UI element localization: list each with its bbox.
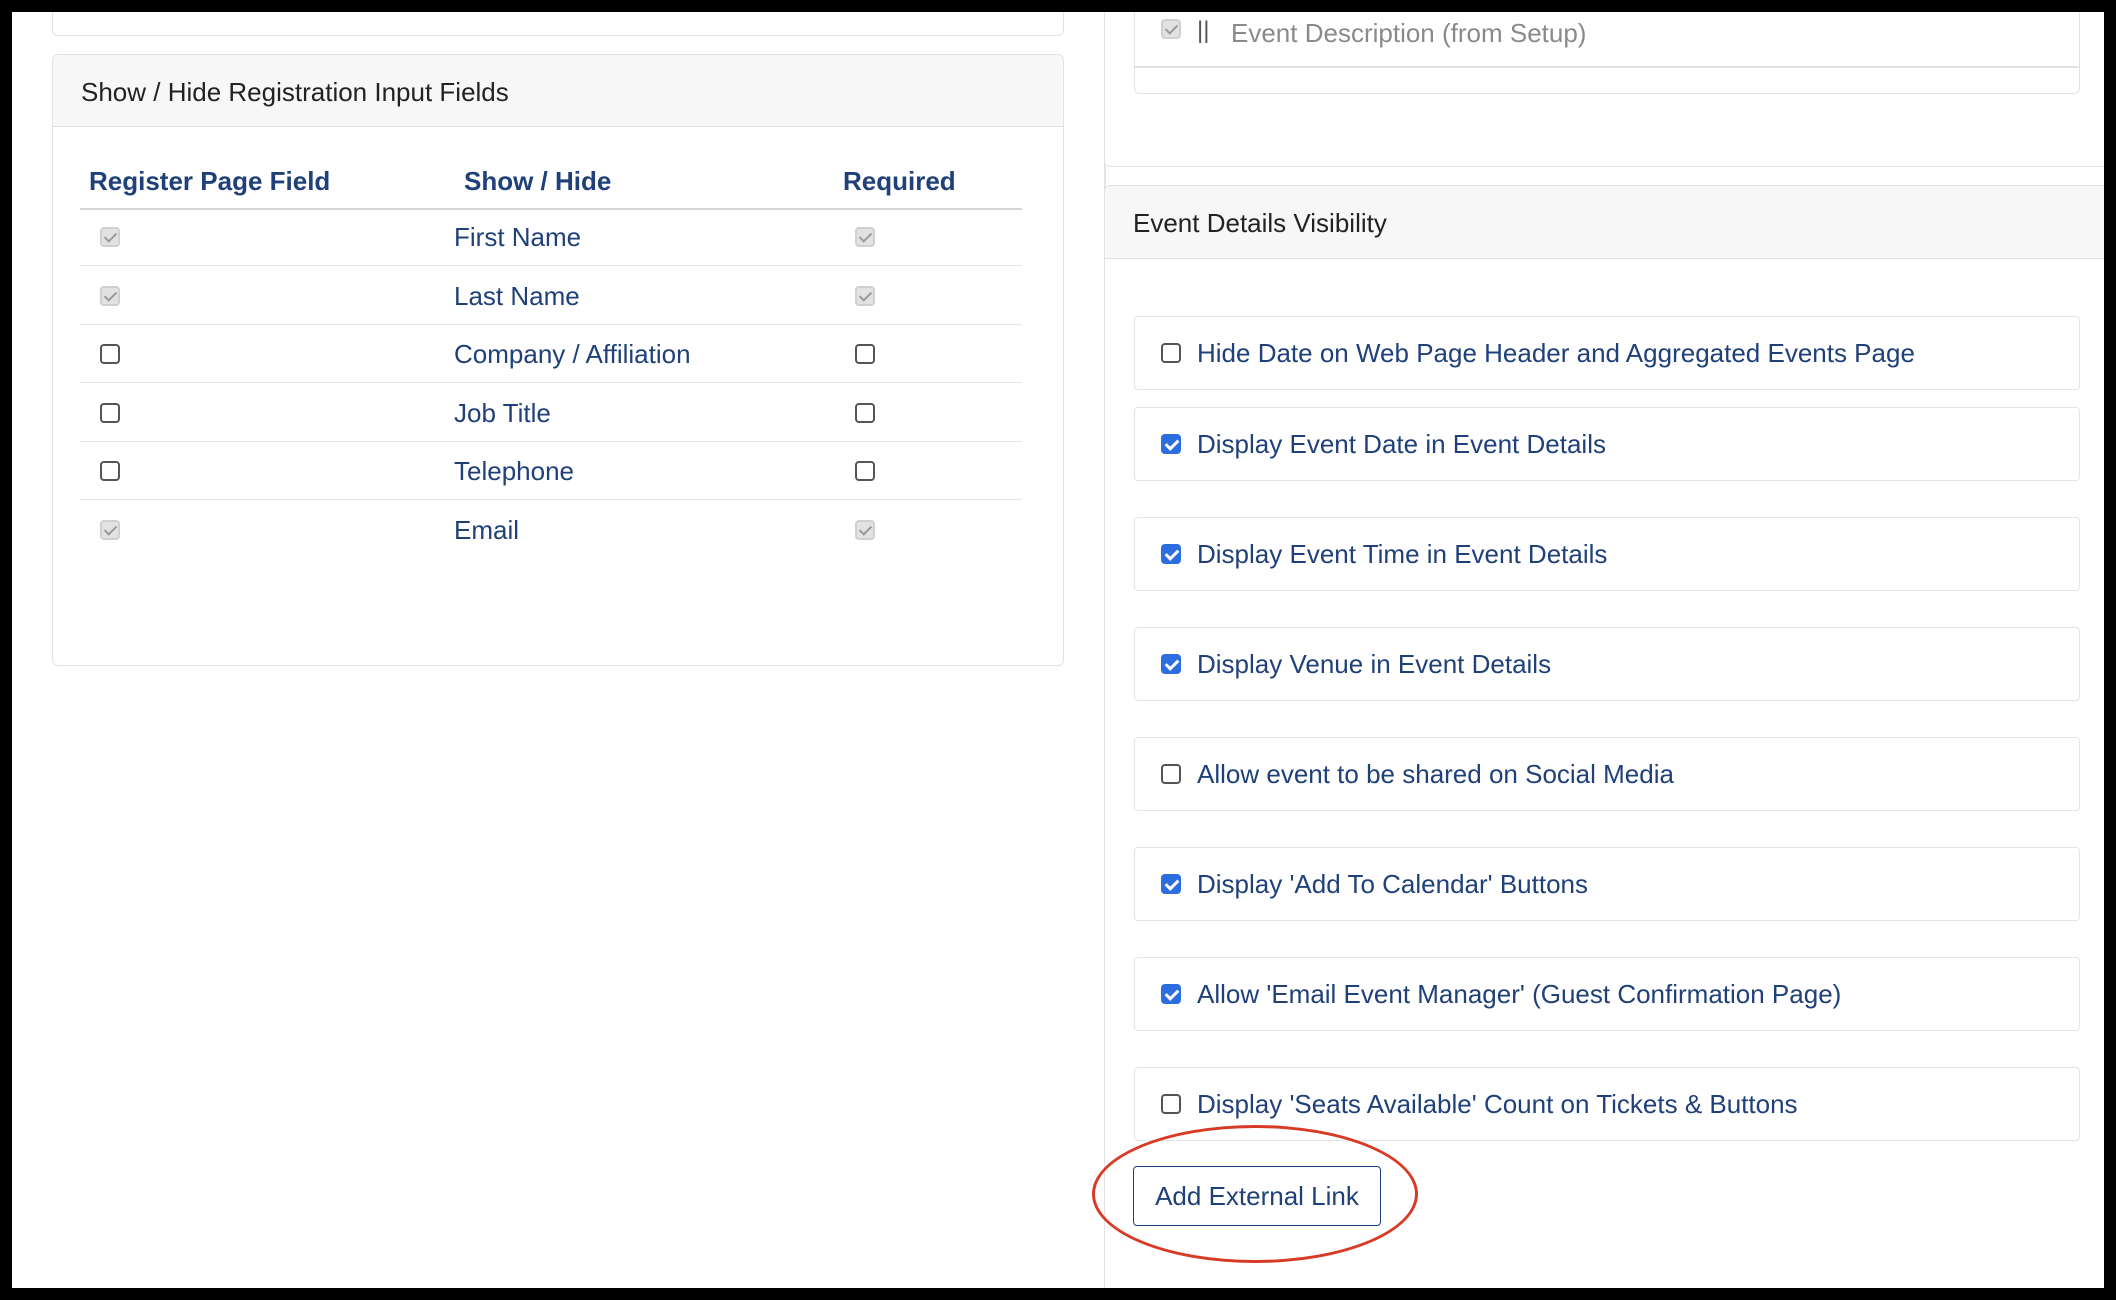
field-name: Company / Affiliation: [454, 339, 691, 369]
drag-handle-icon[interactable]: ||: [1197, 17, 1209, 45]
required-checkbox[interactable]: [855, 344, 875, 364]
visibility-option-checkbox[interactable]: [1161, 544, 1181, 564]
show-hide-checkbox[interactable]: [100, 403, 120, 423]
registration-fields-header: Show / Hide Registration Input Fields: [53, 55, 1063, 127]
visibility-option: Display Venue in Event Details: [1134, 627, 2080, 701]
visibility-option-checkbox[interactable]: [1161, 984, 1181, 1004]
visibility-option-checkbox[interactable]: [1161, 434, 1181, 454]
settings-page: Show / Hide Registration Input Fields Re…: [12, 12, 2104, 1288]
column-header-required: Required: [843, 166, 956, 196]
event-description-checkbox[interactable]: [1161, 19, 1181, 39]
visibility-option: Allow event to be shared on Social Media: [1134, 737, 2080, 811]
visibility-option-label[interactable]: Allow 'Email Event Manager' (Guest Confi…: [1197, 979, 1841, 1010]
show-hide-checkbox[interactable]: [100, 227, 120, 247]
show-hide-checkbox[interactable]: [100, 520, 120, 540]
required-checkbox[interactable]: [855, 520, 875, 540]
required-checkbox[interactable]: [855, 461, 875, 481]
visibility-option-checkbox[interactable]: [1161, 874, 1181, 894]
event-details-header: Event Details Visibility: [1105, 186, 2104, 259]
required-checkbox[interactable]: [855, 286, 875, 306]
visibility-option-checkbox[interactable]: [1161, 343, 1181, 363]
event-description-label: Event Description (from Setup): [1231, 18, 1587, 48]
field-name: Last Name: [454, 281, 580, 311]
visibility-option-label[interactable]: Display 'Add To Calendar' Buttons: [1197, 869, 1588, 900]
visibility-option-label[interactable]: Display Event Time in Event Details: [1197, 539, 1607, 570]
visibility-option-checkbox[interactable]: [1161, 654, 1181, 674]
table-row: First Name: [80, 208, 1022, 266]
previous-card-bottom: [52, 12, 1064, 36]
table-row: Email: [80, 501, 1022, 559]
required-checkbox[interactable]: [855, 227, 875, 247]
field-name: Email: [454, 515, 520, 545]
visibility-option: Display Event Date in Event Details: [1134, 407, 2080, 481]
event-description-divider: [1135, 66, 2079, 68]
highlight-annotation: [1092, 1125, 1418, 1263]
column-header-field: Register Page Field: [89, 166, 331, 196]
visibility-option-label[interactable]: Display 'Seats Available' Count on Ticke…: [1197, 1089, 1798, 1120]
visibility-option-label[interactable]: Display Event Date in Event Details: [1197, 429, 1606, 460]
show-hide-checkbox[interactable]: [100, 461, 120, 481]
visibility-option: Allow 'Email Event Manager' (Guest Confi…: [1134, 957, 2080, 1031]
event-description-box: || Event Description (from Setup): [1134, 12, 2080, 94]
visibility-option-label[interactable]: Display Venue in Event Details: [1197, 649, 1551, 680]
table-row: Last Name: [80, 267, 1022, 325]
table-row: Company / Affiliation: [80, 325, 1022, 383]
field-name: Telephone: [454, 456, 574, 486]
registration-fields-title: Show / Hide Registration Input Fields: [81, 77, 509, 107]
table-row: Job Title: [80, 384, 1022, 442]
table-row: Telephone: [80, 442, 1022, 500]
field-name: Job Title: [454, 398, 551, 428]
event-details-title: Event Details Visibility: [1133, 208, 1387, 238]
column-header-show-hide: Show / Hide: [464, 166, 612, 196]
visibility-option: Display 'Add To Calendar' Buttons: [1134, 847, 2080, 921]
show-hide-checkbox[interactable]: [100, 286, 120, 306]
visibility-option-label[interactable]: Allow event to be shared on Social Media: [1197, 759, 1674, 790]
visibility-option-label[interactable]: Hide Date on Web Page Header and Aggrega…: [1197, 338, 1915, 369]
visibility-option: Hide Date on Web Page Header and Aggrega…: [1134, 316, 2080, 390]
field-name: First Name: [454, 222, 582, 252]
show-hide-checkbox[interactable]: [100, 344, 120, 364]
required-checkbox[interactable]: [855, 403, 875, 423]
visibility-option: Display Event Time in Event Details: [1134, 517, 2080, 591]
visibility-option-checkbox[interactable]: [1161, 764, 1181, 784]
visibility-option-checkbox[interactable]: [1161, 1094, 1181, 1114]
